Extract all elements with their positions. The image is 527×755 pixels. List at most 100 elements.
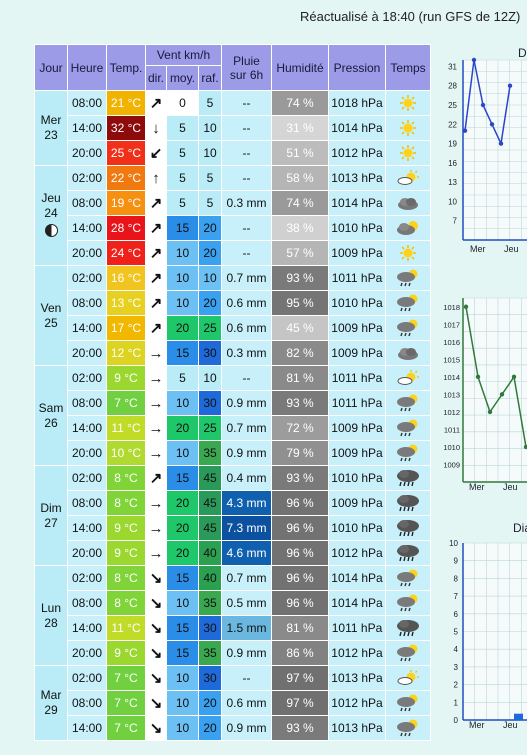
pressure-cell: 1009 hPa (328, 240, 386, 266)
wind-avg-cell: 10 (166, 665, 199, 691)
tick-label: 13 (448, 178, 457, 187)
weather-cell (385, 390, 431, 416)
pressure-cell: 1014 hPa (328, 565, 386, 591)
hour-cell: 14:00 (67, 315, 107, 341)
temp-cell: 21 °C (106, 90, 146, 116)
humidity-cell: 96 % (271, 590, 329, 616)
forecast-row: 14:00 9 °C → 20 45 7.3 mm 96 % 1010 hPa (35, 515, 431, 541)
forecast-row: 08:00 7 °C ↘ 10 20 0.6 mm 97 % 1012 hPa (35, 690, 431, 716)
wind-direction-icon: ↗ (145, 465, 167, 491)
tick-label: 0 (454, 716, 459, 725)
weather-cell (385, 90, 431, 116)
tick-label: 1016 (443, 338, 460, 347)
rain-cell: 0.5 mm (221, 590, 272, 616)
rain-cell: -- (221, 165, 272, 191)
hour-cell: 14:00 (67, 515, 107, 541)
temp-cell: 8 °C (106, 565, 146, 591)
hour-cell: 20:00 (67, 440, 107, 466)
wind-direction-icon: → (145, 440, 167, 466)
forecast-table: Jour Heure Temp. Vent km/h Pluie sur 6h H… (34, 44, 431, 741)
rain-cell: 0.9 mm (221, 640, 272, 666)
day-cell: Jeu 24 (34, 165, 68, 266)
rain-cell: 1.5 mm (221, 615, 272, 641)
weather-cell (385, 115, 431, 141)
hour-cell: 20:00 (67, 540, 107, 566)
wind-avg-cell: 5 (166, 115, 199, 141)
rain-cell: -- (221, 140, 272, 166)
wind-direction-icon: ↗ (145, 315, 167, 341)
tick-label: 7 (454, 592, 459, 601)
wind-direction-icon: ↘ (145, 690, 167, 716)
rain-cloud-icon (395, 718, 421, 738)
forecast-row: 14:00 7 °C ↘ 10 20 0.9 mm 93 % 1013 hPa (35, 715, 431, 741)
weather-cell (385, 690, 431, 716)
chart-title-rain: Dia (513, 521, 527, 535)
humidity-cell: 72 % (271, 415, 329, 441)
forecast-row: 20:00 25 °C ↙ 5 10 -- 51 % 1012 hPa (35, 140, 431, 166)
wind-direction-icon: → (145, 540, 167, 566)
weather-cell (385, 190, 431, 216)
pressure-point (463, 304, 469, 309)
rain-cell: 0.7 mm (221, 415, 272, 441)
wind-gust-cell: 20 (198, 690, 222, 716)
day-label: Jeu (503, 720, 518, 730)
tick-label: 31 (448, 62, 457, 71)
day-cell: Mar 29 (34, 665, 68, 741)
wind-direction-icon: ↘ (145, 615, 167, 641)
wind-gust-cell: 35 (198, 440, 222, 466)
temp-cell: 9 °C (106, 515, 146, 541)
header-temp: Temp. (106, 44, 146, 91)
wind-avg-cell: 15 (166, 565, 199, 591)
weather-cell (385, 290, 431, 316)
tick-label: 1017 (443, 320, 460, 329)
weather-cell (385, 515, 431, 541)
wind-gust-cell: 45 (198, 490, 222, 516)
hour-cell: 14:00 (67, 415, 107, 441)
wind-gust-cell: 10 (198, 140, 222, 166)
rain-cell: 4.6 mm (221, 540, 272, 566)
pressure-cell: 1011 hPa (328, 390, 386, 416)
wind-direction-icon: ↙ (145, 140, 167, 166)
temp-cell: 7 °C (106, 690, 146, 716)
rain-cloud-icon (395, 293, 421, 313)
rain-cloud-icon (395, 268, 421, 288)
wind-direction-icon: ↗ (145, 265, 167, 291)
humidity-cell: 97 % (271, 665, 329, 691)
wind-gust-cell: 40 (198, 565, 222, 591)
weather-cell (385, 465, 431, 491)
weather-cell (385, 315, 431, 341)
wind-direction-icon: ↓ (145, 115, 167, 141)
wind-avg-cell: 15 (166, 615, 199, 641)
day-cell: Dim 27 (34, 465, 68, 566)
humidity-cell: 58 % (271, 165, 329, 191)
humidity-cell: 95 % (271, 290, 329, 316)
wind-gust-cell: 45 (198, 515, 222, 541)
pressure-cell: 1014 hPa (328, 190, 386, 216)
wind-avg-cell: 0 (166, 90, 199, 116)
pressure-cell: 1018 hPa (328, 90, 386, 116)
storm-cloud-icon (395, 518, 421, 538)
wind-gust-cell: 20 (198, 715, 222, 741)
storm-cloud-icon (395, 468, 421, 488)
wind-gust-cell: 20 (198, 215, 222, 241)
tick-label: 19 (448, 140, 457, 149)
wind-direction-icon: ↘ (145, 640, 167, 666)
temp-cell: 22 °C (106, 165, 146, 191)
header-weather: Temps (385, 44, 431, 91)
rain-bar (490, 719, 499, 720)
wind-avg-cell: 10 (166, 715, 199, 741)
humidity-cell: 38 % (271, 215, 329, 241)
weather-cell (385, 640, 431, 666)
storm-cloud-icon (395, 543, 421, 563)
humidity-cell: 31 % (271, 115, 329, 141)
wind-gust-cell: 10 (198, 265, 222, 291)
forecast-row: 08:00 13 °C ↗ 10 20 0.6 mm 95 % 1010 hPa (35, 290, 431, 316)
forecast-row: 20:00 9 °C → 20 40 4.6 mm 96 % 1012 hPa (35, 540, 431, 566)
rain-cloud-icon (395, 318, 421, 338)
rain-cell: 7.3 mm (221, 515, 272, 541)
hour-cell: 02:00 (67, 265, 107, 291)
wind-avg-cell: 10 (166, 590, 199, 616)
pressure-cell: 1010 hPa (328, 465, 386, 491)
rain-cell: 0.4 mm (221, 465, 272, 491)
temp-cell: 9 °C (106, 365, 146, 391)
